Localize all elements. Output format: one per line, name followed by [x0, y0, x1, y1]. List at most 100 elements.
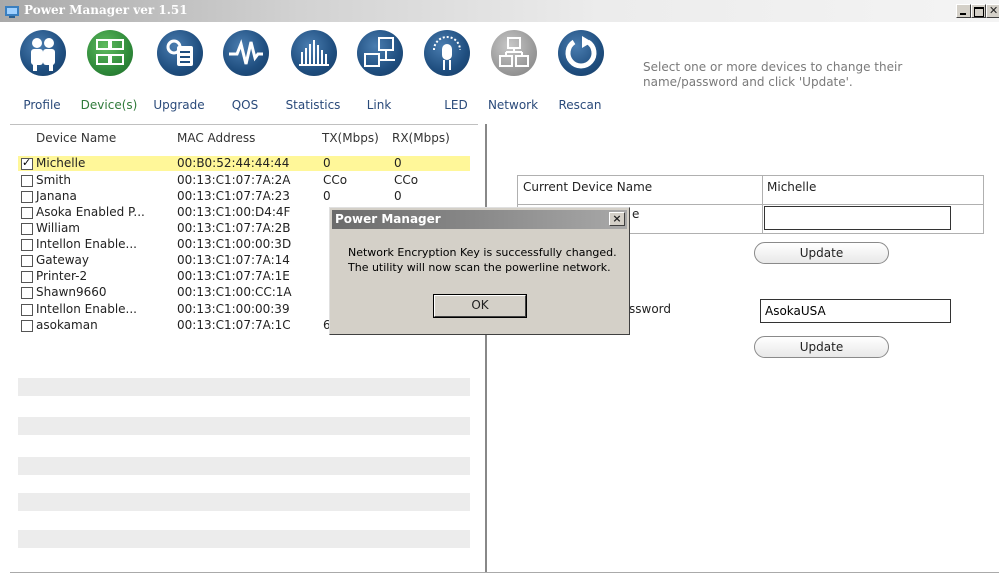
toolbar-label: Statistics: [285, 98, 341, 112]
update-password-button[interactable]: Update: [754, 336, 889, 358]
minimize-icon: [960, 13, 966, 15]
device-name: Intellon Enable...: [36, 302, 137, 316]
toolbar-label: Network: [487, 98, 539, 112]
toolbar-label: QOS: [231, 98, 259, 112]
ok-button[interactable]: OK: [433, 294, 527, 318]
mac-address: 00:13:C1:07:7A:1E: [177, 269, 290, 283]
device-name: Michelle: [36, 156, 86, 170]
maximize-button[interactable]: [971, 4, 986, 18]
tx-rate: 0: [323, 156, 331, 170]
toolbar-rescan[interactable]: Rescan: [552, 30, 608, 116]
toolbar-label: Upgrade: [153, 98, 205, 112]
link-icon: [357, 30, 403, 76]
device-settings-form: Current Device Name Michelle e Update ss…: [487, 124, 999, 572]
profile-icon: [20, 30, 66, 76]
devices-icon: [87, 30, 133, 76]
device-checkbox[interactable]: [21, 255, 33, 267]
qos-icon: [223, 30, 269, 76]
app-icon: [4, 3, 20, 19]
mac-address: 00:13:C1:07:7A:14: [177, 253, 290, 267]
toolbar: Profile Device(s) Upgrade QOS Statistics…: [0, 22, 999, 118]
led-icon: [424, 30, 470, 76]
mac-address: 00:13:C1:07:7A:23: [177, 189, 290, 203]
mac-address: 00:13:C1:07:7A:1C: [177, 318, 291, 332]
device-name: Intellon Enable...: [36, 237, 137, 251]
empty-row: [18, 378, 470, 396]
toolbar-devices[interactable]: Device(s): [81, 30, 137, 116]
device-row[interactable]: Janana 00:13:C1:07:7A:23 0 0: [18, 189, 470, 204]
tx-rate: CCo: [323, 173, 348, 187]
window-title: Power Manager ver 1.51: [24, 3, 188, 17]
device-name: Janana: [36, 189, 77, 203]
mac-address: 00:13:C1:07:7A:2B: [177, 221, 291, 235]
toolbar-network[interactable]: Network: [485, 30, 541, 116]
device-checkbox[interactable]: [21, 271, 33, 283]
device-checkbox[interactable]: [21, 239, 33, 251]
message-dialog: Power Manager × Network Encryption Key i…: [329, 207, 630, 335]
column-rx: RX(Mbps): [392, 131, 450, 145]
close-icon: ✕: [989, 4, 999, 17]
new-device-name-input[interactable]: [764, 206, 951, 230]
device-checkbox[interactable]: [21, 287, 33, 299]
toolbar-label: Profile: [23, 98, 61, 112]
device-checkbox[interactable]: [21, 156, 33, 170]
rx-rate: CCo: [394, 173, 419, 187]
device-checkbox[interactable]: [21, 223, 33, 235]
minimize-button[interactable]: [956, 4, 971, 18]
toolbar-label: Rescan: [558, 98, 602, 112]
dialog-titlebar[interactable]: Power Manager ×: [332, 210, 627, 229]
update-name-button[interactable]: Update: [754, 242, 889, 264]
mac-address: 00:13:C1:00:00:3D: [177, 237, 292, 251]
toolbar-label: Link: [366, 98, 392, 112]
dialog-message-line: The utility will now scan the powerline …: [348, 261, 611, 274]
empty-row: [18, 417, 470, 435]
device-checkbox[interactable]: [21, 191, 33, 203]
device-name: Printer-2: [36, 269, 88, 283]
column-device-name: Device Name: [36, 131, 117, 145]
dialog-title: Power Manager: [335, 212, 441, 226]
rx-rate: 0: [394, 156, 402, 170]
column-tx: TX(Mbps): [322, 131, 379, 145]
dialog-close-button[interactable]: ×: [609, 212, 625, 226]
device-name: Gateway: [36, 253, 90, 267]
tx-rate: 0: [323, 189, 331, 203]
toolbar-qos[interactable]: QOS: [217, 30, 273, 116]
toolbar-upgrade[interactable]: Upgrade: [151, 30, 207, 116]
mac-address: 00:B0:52:44:44:44: [177, 156, 290, 170]
network-icon: [491, 30, 537, 76]
bottom-border: [10, 572, 999, 573]
window-titlebar[interactable]: Power Manager ver 1.51 ✕: [0, 0, 999, 22]
toolbar-link[interactable]: Link: [351, 30, 407, 116]
statistics-icon: [291, 30, 337, 76]
device-checkbox[interactable]: [21, 304, 33, 316]
maximize-icon: [974, 7, 984, 17]
close-button[interactable]: ✕: [986, 4, 999, 18]
device-name: Smith: [36, 173, 71, 187]
empty-row: [18, 457, 470, 475]
device-list: Device Name MAC Address TX(Mbps) RX(Mbps…: [10, 124, 478, 573]
mac-address: 00:13:C1:00:00:39: [177, 302, 290, 316]
mac-address: 00:13:C1:00:D4:4F: [177, 205, 291, 219]
device-row[interactable]: Smith 00:13:C1:07:7A:2A CCo CCo: [18, 173, 470, 188]
toolbar-profile[interactable]: Profile: [14, 30, 70, 116]
toolbar-led[interactable]: LED: [418, 30, 474, 116]
dialog-message: Network Encryption Key is successfully c…: [348, 245, 626, 275]
device-row[interactable]: Michelle 00:B0:52:44:44:44 0 0: [18, 156, 470, 171]
device-name: Asoka Enabled P...: [36, 205, 145, 219]
device-checkbox[interactable]: [21, 320, 33, 332]
current-device-name-value: Michelle: [767, 180, 817, 194]
dialog-message-line: Network Encryption Key is successfully c…: [348, 246, 617, 259]
close-icon: ×: [612, 212, 622, 225]
device-checkbox[interactable]: [21, 175, 33, 187]
empty-row: [18, 530, 470, 548]
current-device-name-label: Current Device Name: [523, 180, 653, 194]
rx-rate: 0: [394, 189, 402, 203]
toolbar-label: Device(s): [80, 98, 138, 112]
toolbar-statistics[interactable]: Statistics: [285, 30, 341, 116]
device-list-header: Device Name MAC Address TX(Mbps) RX(Mbps…: [10, 125, 478, 151]
password-input[interactable]: [760, 299, 951, 323]
help-text: Select one or more devices to change the…: [643, 60, 903, 89]
mac-address: 00:13:C1:07:7A:2A: [177, 173, 291, 187]
empty-row: [18, 493, 470, 511]
device-checkbox[interactable]: [21, 207, 33, 219]
